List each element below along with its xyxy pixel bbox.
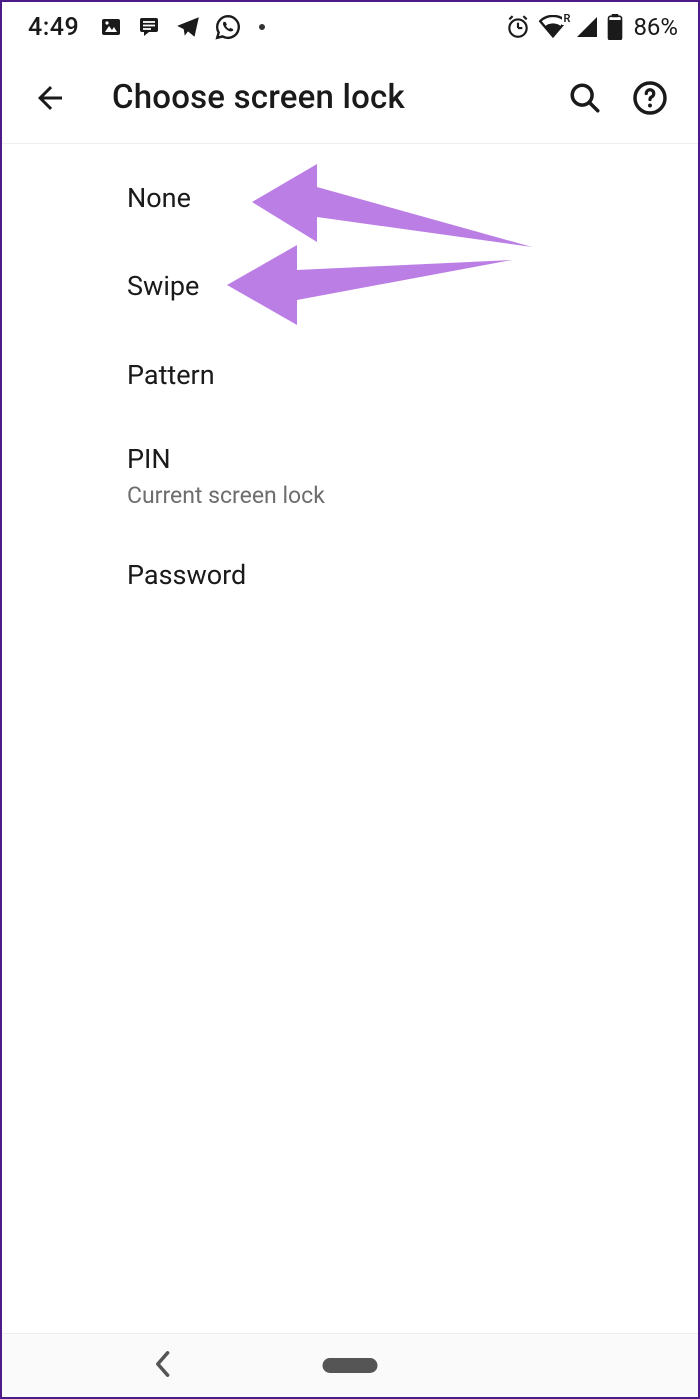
signal-icon: [575, 15, 599, 39]
search-icon: [568, 81, 602, 115]
option-pattern[interactable]: Pattern: [2, 331, 698, 419]
search-button[interactable]: [568, 81, 602, 115]
option-label: Pattern: [127, 359, 674, 391]
alarm-icon: [505, 14, 531, 40]
navigation-bar: [2, 1333, 698, 1397]
option-label: Swipe: [127, 270, 674, 302]
photos-icon: [99, 15, 123, 39]
chevron-left-icon: [152, 1350, 172, 1378]
lock-options-list: None Swipe Pattern PIN Current screen lo…: [2, 144, 698, 619]
app-header: Choose screen lock: [2, 52, 698, 144]
option-swipe[interactable]: Swipe: [2, 242, 698, 330]
option-sublabel: Current screen lock: [127, 482, 674, 509]
whatsapp-icon: [215, 14, 241, 40]
help-icon: [632, 80, 668, 116]
option-label: PIN: [127, 443, 674, 475]
battery-percent: 86%: [633, 13, 678, 41]
back-button[interactable]: [26, 74, 74, 122]
option-label: None: [127, 182, 674, 214]
battery-icon: [607, 14, 623, 40]
more-notifications-dot: [259, 24, 265, 30]
message-icon: [137, 15, 161, 39]
status-left: 4:49: [28, 13, 265, 42]
status-time: 4:49: [28, 13, 79, 42]
option-none[interactable]: None: [2, 154, 698, 242]
wifi-label: R: [562, 12, 571, 25]
arrow-back-icon: [32, 80, 68, 116]
nav-home-pill[interactable]: [323, 1358, 378, 1373]
option-password[interactable]: Password: [2, 531, 698, 619]
status-bar: 4:49 R 86%: [2, 2, 698, 52]
option-label: Password: [127, 559, 674, 591]
wifi-icon: R: [539, 15, 567, 39]
page-title: Choose screen lock: [112, 78, 568, 117]
telegram-icon: [175, 14, 201, 40]
option-pin[interactable]: PIN Current screen lock: [2, 419, 698, 530]
help-button[interactable]: [632, 80, 668, 116]
status-right: R 86%: [505, 13, 678, 41]
nav-back-button[interactable]: [152, 1350, 172, 1382]
